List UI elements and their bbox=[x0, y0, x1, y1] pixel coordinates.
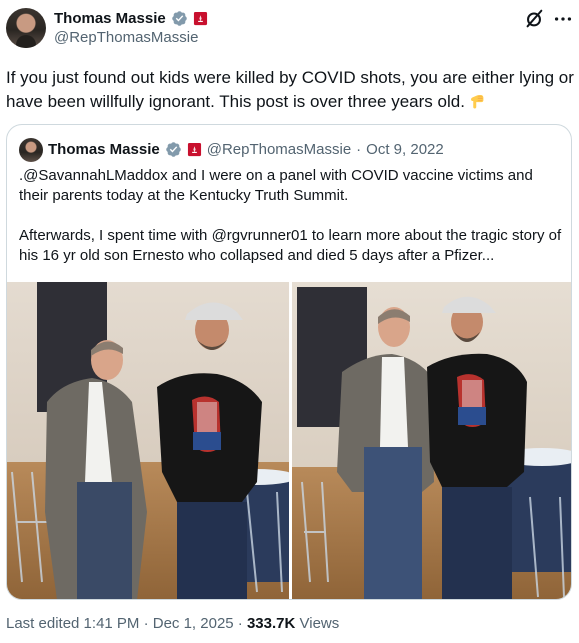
quoted-post-header: Thomas Massie @RepThomasMassie · Oct 9, … bbox=[48, 139, 444, 159]
quoted-photo-2[interactable] bbox=[292, 282, 571, 599]
quoted-photo-1[interactable] bbox=[7, 282, 289, 599]
post-meta: Last edited 1:41 PM · Dec 1, 2025 · 333.… bbox=[6, 615, 339, 632]
verified-badge-icon bbox=[165, 141, 181, 157]
more-icon[interactable] bbox=[552, 8, 574, 30]
author-display-name[interactable]: Thomas Massie bbox=[54, 10, 166, 27]
views-label: Views bbox=[295, 615, 340, 632]
quoted-author-handle[interactable]: @RepThomasMassie bbox=[207, 141, 351, 158]
government-affiliation-icon bbox=[187, 142, 201, 156]
quoted-paragraph-1: .@SavannahLMaddox and I were on a panel … bbox=[19, 167, 533, 204]
views-count: 333.7K bbox=[246, 615, 296, 632]
post-text: If you just found out kids were killed b… bbox=[6, 66, 574, 114]
government-affiliation-icon bbox=[193, 11, 207, 25]
quoted-author-name[interactable]: Thomas Massie bbox=[48, 141, 160, 158]
grok-icon[interactable] bbox=[523, 8, 545, 30]
verified-badge-icon bbox=[171, 10, 187, 26]
quoted-post-date[interactable]: Oct 9, 2022 bbox=[366, 141, 444, 158]
separator-dot: · bbox=[356, 140, 362, 158]
author-avatar[interactable] bbox=[6, 8, 46, 48]
quoted-post-card[interactable]: Thomas Massie @RepThomasMassie · Oct 9, … bbox=[6, 124, 572, 600]
author-handle[interactable]: @RepThomasMassie bbox=[54, 29, 198, 46]
quoted-paragraph-2: Afterwards, I spent time with @rgvrunner… bbox=[19, 227, 562, 264]
author-name-row: Thomas Massie bbox=[54, 8, 208, 28]
quoted-post-text: .@SavannahLMaddox and I were on a panel … bbox=[19, 166, 565, 266]
edited-timestamp[interactable]: Last edited 1:41 PM · Dec 1, 2025 · bbox=[6, 615, 247, 632]
post-body: If you just found out kids were killed b… bbox=[6, 68, 574, 111]
quoted-author-avatar[interactable] bbox=[19, 138, 43, 162]
pointing-down-emoji-icon bbox=[470, 95, 484, 109]
